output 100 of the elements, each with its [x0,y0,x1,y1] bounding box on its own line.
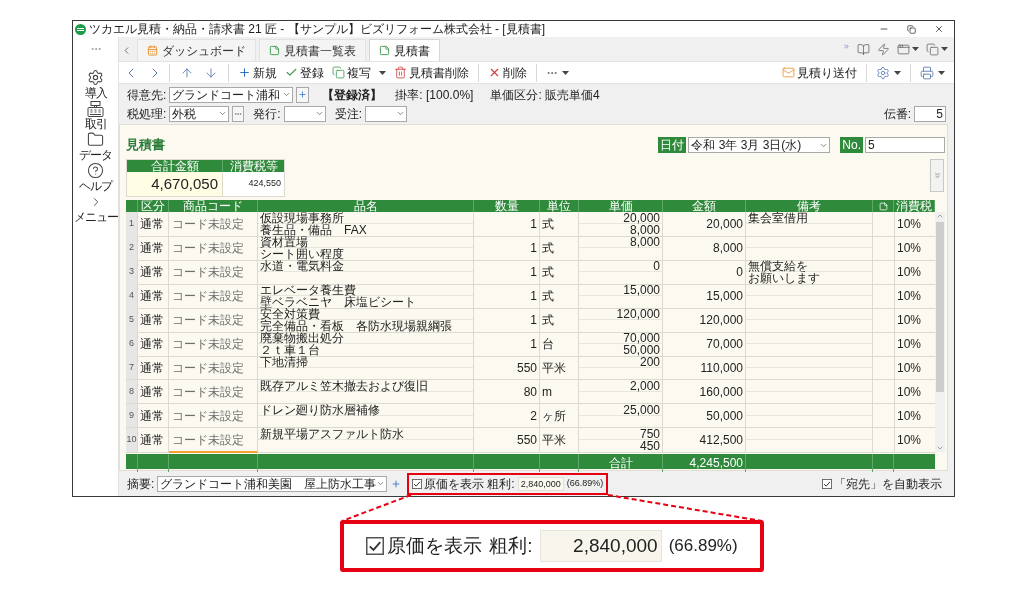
field-label: 発行: [253,105,281,123]
table-cell: コード未設定 [169,212,258,237]
show-cost-checkbox[interactable]: 原価を表示 [412,474,485,493]
table-cell: 15,000 [663,284,746,309]
table-cell-text: ２ｔ車１台 [259,344,320,356]
field-label: 伝番: [883,105,911,123]
row-number: 5 [126,308,138,333]
column-header: 備考 [746,200,873,212]
table-cell: 仮設現場事務所 [258,212,473,224]
table-cell: 70,000 [663,332,746,357]
date-select[interactable]: 令和 3年 3月 3日(水) [688,137,831,153]
summary-header: 消費税等 [223,160,284,172]
tab[interactable]: 見積書一覧表 [259,39,366,61]
plus-icon [298,90,308,99]
table-cell: 式 [540,212,579,237]
restore-icon[interactable] [907,24,916,34]
add-button[interactable] [296,86,310,103]
issue-select[interactable] [283,105,326,122]
duplicate-button[interactable]: 複写 [329,62,374,83]
cash-register-icon [87,100,104,117]
sidebar-item[interactable]: 導入 [73,69,118,100]
summary-select[interactable]: グランドコート浦和美園 屋上防水工事 [157,475,388,492]
table-cell-text: 完全備品・看板 各防水現場親綱張 [259,320,453,332]
delete-estimate-button[interactable]: 見積書削除 [391,62,472,83]
scroll-down-icon[interactable] [936,444,944,452]
sidebar-item[interactable]: メニュー [73,193,118,224]
table-cell: 550 [474,428,540,453]
table-cell: コード未設定 [169,236,258,261]
scroll-up-icon[interactable] [936,212,944,220]
table-cell: 新規平場アスファルト防水 [258,428,473,440]
table-cell: 水道・電気料金 [258,260,473,272]
gear-icon [87,69,104,86]
total-amount: 4,670,050 [127,172,223,196]
folder-icon [87,131,104,148]
column-header: 品名 [258,200,474,212]
plus-icon [391,478,402,489]
table-cell: 無償支給を [746,260,872,272]
table-cell: 台 [540,332,579,357]
caret-icon[interactable] [912,47,919,51]
tax-amount: 424,550 [223,172,284,196]
table-cell: 通常 [138,332,169,357]
tab[interactable]: 見積書 [369,39,440,61]
new-button[interactable]: 新規 [235,62,280,83]
chevron-down-icon [282,90,292,99]
book-icon[interactable] [857,42,870,56]
caret-icon[interactable] [941,47,948,51]
table-cell: ドレン廻り防水層補修 [258,404,473,416]
slip-number-field[interactable]: 5 [914,105,946,122]
caret-icon[interactable] [938,70,945,75]
show-cost-checkbox[interactable]: 原価を表示 [366,531,483,561]
table-cell: 式 [540,260,579,285]
delete-button[interactable]: 削除 [485,62,530,83]
table-cell: エレベータ養生費 [258,284,473,296]
check-icon [285,66,298,79]
field-label: 摘要: [127,475,155,493]
sidebar-item[interactable]: ヘルプ [73,162,118,193]
table-cell: 安全対策費 [258,308,473,320]
table-cell: 1 [474,284,540,309]
table-cell: 50,000 [663,404,746,428]
table-cell: コード未設定 [169,284,258,309]
table-cell: 集会室借用 [746,212,872,224]
date-label: 日付 [658,137,687,153]
table-cell: 25,000 [579,404,662,416]
register-button[interactable]: 登録 [282,62,327,83]
customer-select[interactable]: グランドコート浦和 [169,86,294,103]
rate-text: 掛率: [100.0%] [395,86,474,104]
lightning-icon[interactable] [877,42,890,56]
caret-icon[interactable] [894,70,901,75]
total-label: 合計 [579,454,663,472]
table-cell: 式 [540,284,579,309]
trash-icon [394,66,407,79]
note-icon [379,45,390,56]
table-cell: 412,500 [663,428,746,453]
column-header: 区分 [138,200,169,212]
double-chevron-icon[interactable] [843,42,850,50]
table-cell: 20,000 [663,212,746,237]
caret-icon[interactable] [562,70,569,75]
sidebar-item[interactable]: 取引 [73,100,118,131]
tab[interactable]: ダッシュボード [137,39,256,61]
profit-field: 2,840,000 [517,476,564,491]
copy-icon [332,66,345,79]
table-cell: 110,000 [663,356,746,380]
tax-select[interactable]: 外税 [169,105,230,122]
number-label: No. [840,137,863,153]
browse-button[interactable] [232,105,245,122]
table-cell: m [540,380,579,404]
number-field[interactable]: 5 [865,137,945,153]
sidebar-item[interactable]: データ [73,131,118,162]
send-estimate-button[interactable]: 見積り送付 [779,62,860,83]
caret-icon[interactable] [379,70,386,75]
scrollbar-thumb[interactable] [936,222,944,392]
table-cell: 2,000 [579,380,662,392]
auto-address-checkbox[interactable]: 「宛先」を自動表示 [822,474,942,493]
table-cell-text: 養生品・備品 FAX [259,224,368,236]
chevron-down-icon [396,109,406,118]
window-icon[interactable] [897,42,910,56]
table-cell: 資材置場 [258,236,473,248]
column-header: 消費税 [894,200,935,212]
close-icon[interactable] [934,24,944,34]
order-select[interactable] [365,105,408,122]
